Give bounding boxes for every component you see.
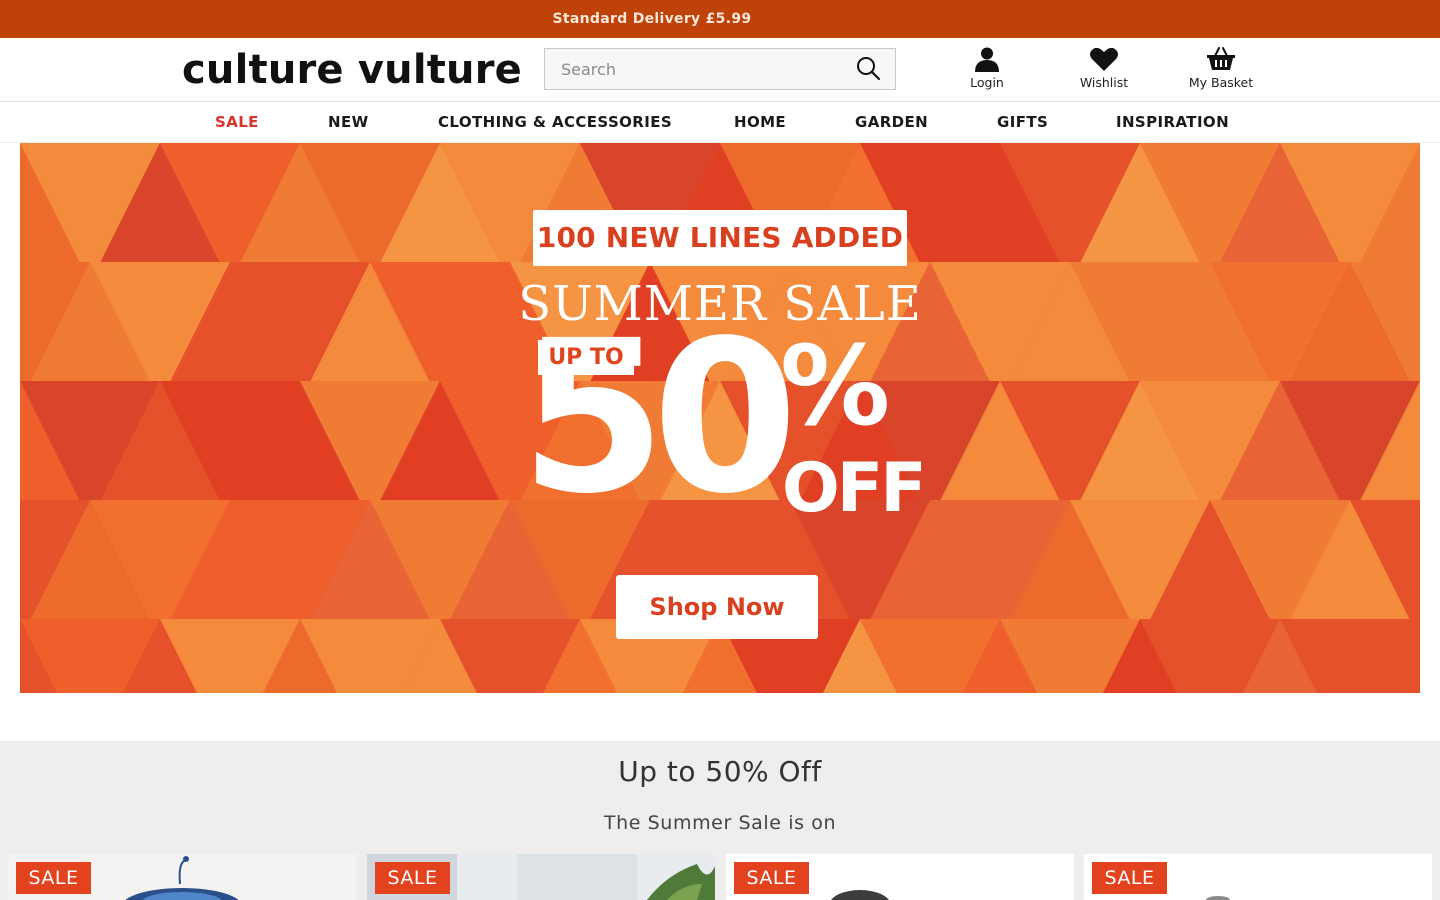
announcement-bar: Standard Delivery £5.99 bbox=[0, 0, 1440, 38]
search-icon bbox=[857, 57, 881, 81]
product-card[interactable]: SALE bbox=[1084, 854, 1432, 900]
wishlist-label: Wishlist bbox=[1079, 75, 1129, 90]
site-logo[interactable]: culture vulture bbox=[182, 47, 522, 93]
nav-item-inspiration[interactable]: INSPIRATION bbox=[1116, 113, 1229, 131]
nav-item-home[interactable]: HOME bbox=[734, 113, 786, 131]
off-label: OFF bbox=[782, 449, 927, 528]
product-card[interactable]: SALE bbox=[367, 854, 715, 900]
sale-badge: SALE bbox=[16, 862, 91, 894]
login-label: Login bbox=[970, 75, 1004, 90]
nav-item-garden[interactable]: GARDEN bbox=[855, 113, 928, 131]
sale-section: Up to 50% Off The Summer Sale is on SALE… bbox=[0, 741, 1440, 900]
sale-heading: Up to 50% Off bbox=[618, 755, 822, 788]
sale-badge: SALE bbox=[375, 862, 450, 894]
new-lines-badge: 100 NEW LINES ADDED bbox=[533, 210, 907, 266]
basket-icon bbox=[1207, 47, 1235, 70]
percent-sign: % bbox=[780, 322, 890, 450]
product-card[interactable]: SALE bbox=[8, 854, 356, 900]
heart-icon bbox=[1090, 47, 1118, 71]
nav-item-clothing-accessories[interactable]: CLOTHING & ACCESSORIES bbox=[438, 113, 672, 131]
search-input[interactable] bbox=[545, 49, 845, 89]
user-icon bbox=[975, 47, 999, 72]
basket-label: My Basket bbox=[1188, 75, 1254, 90]
wishlist-link[interactable]: Wishlist bbox=[1059, 46, 1149, 90]
nav-item-sale[interactable]: SALE bbox=[215, 113, 259, 131]
basket-link[interactable]: My Basket bbox=[1176, 46, 1266, 90]
sale-badge: SALE bbox=[734, 862, 809, 894]
site-header: culture vulture Login Wishlist bbox=[0, 38, 1440, 102]
hero-banner[interactable]: 100 NEW LINES ADDED SUMMER SALE 50 UP TO… bbox=[20, 143, 1420, 693]
login-link[interactable]: Login bbox=[942, 46, 1032, 90]
nav-item-new[interactable]: NEW bbox=[328, 113, 369, 131]
main-nav: SALE NEW CLOTHING & ACCESSORIES HOME GAR… bbox=[0, 102, 1440, 143]
search-button[interactable] bbox=[855, 55, 885, 83]
nav-item-gifts[interactable]: GIFTS bbox=[997, 113, 1048, 131]
sale-subheading: The Summer Sale is on bbox=[603, 812, 837, 834]
up-to-label: UP TO bbox=[538, 340, 634, 375]
search-bar bbox=[544, 48, 896, 90]
product-card[interactable]: SALE bbox=[726, 854, 1074, 900]
sale-badge: SALE bbox=[1092, 862, 1167, 894]
shop-now-button[interactable]: Shop Now bbox=[616, 575, 818, 639]
delivery-message: Standard Delivery £5.99 bbox=[552, 11, 752, 27]
